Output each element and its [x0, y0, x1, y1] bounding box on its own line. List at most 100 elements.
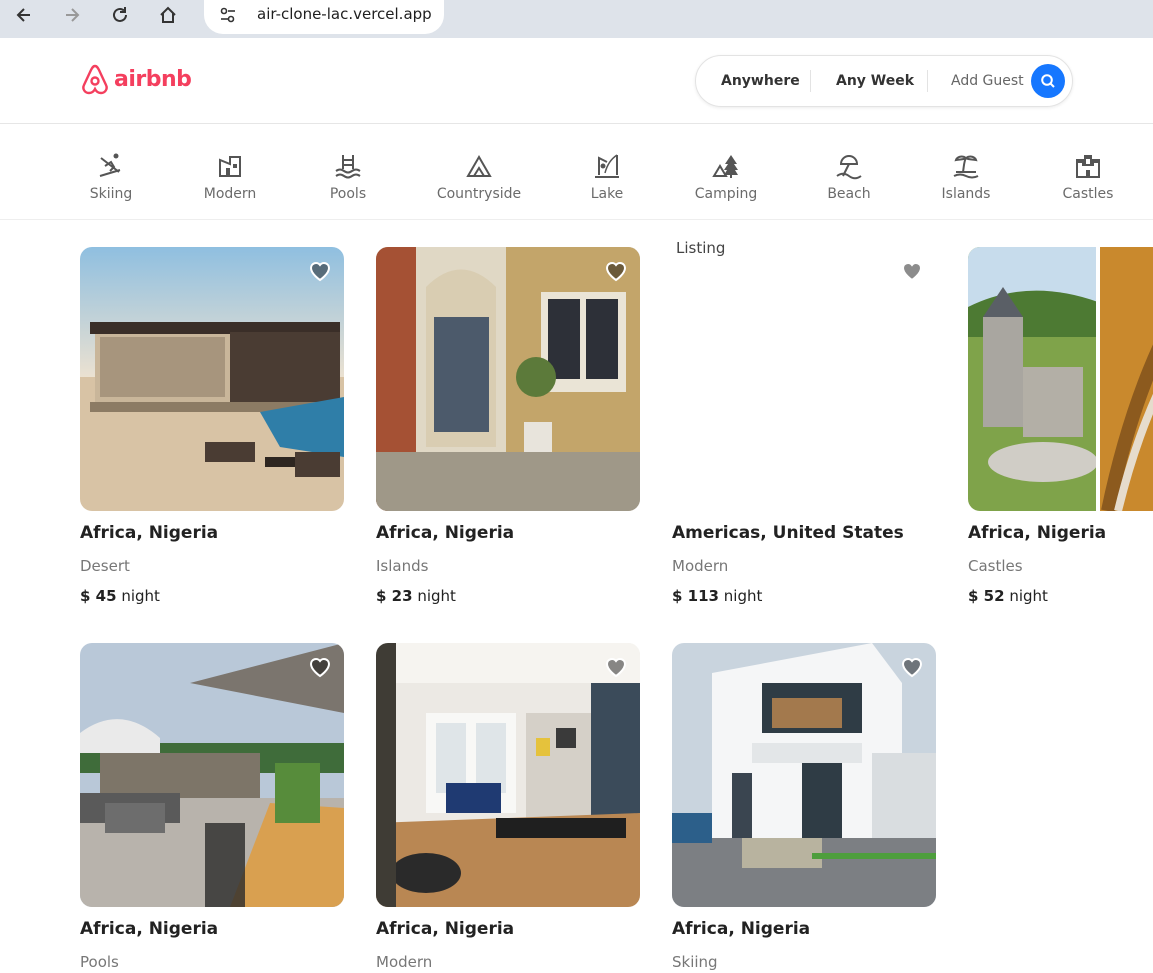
category-lake[interactable]: Lake [547, 152, 667, 202]
category-modern[interactable]: Modern [170, 152, 290, 202]
home-icon [160, 6, 176, 23]
site-info-button[interactable] [214, 3, 242, 27]
listing-card[interactable]: Listing Americas, United States Modern $… [672, 239, 936, 605]
category-label: Castles [1062, 186, 1114, 202]
logo[interactable]: airbnb [80, 63, 192, 95]
forward-arrow-icon [66, 8, 80, 22]
category-label: Skiing [89, 186, 133, 202]
listing-photo [376, 247, 640, 511]
countryside-icon [466, 155, 492, 177]
category-castles[interactable]: Castles [1028, 152, 1148, 202]
listing-card[interactable]: Africa, Nigeria Castles $ 52 night [968, 247, 1153, 605]
listing-category: Islands [376, 557, 429, 575]
category-label: Beach [827, 186, 871, 202]
listing-image[interactable] [80, 643, 344, 907]
listing-category: Pools [80, 953, 119, 971]
price-unit: night [723, 587, 763, 605]
category-pools[interactable]: Pools [288, 152, 408, 202]
listing-price: $ 52 night [968, 587, 1153, 605]
category-islands[interactable]: Islands [906, 152, 1026, 202]
listing-card[interactable]: Africa, Nigeria Skiing [672, 643, 936, 971]
category-bar: Skiing Modern Pools Countryside Lake Cam… [0, 124, 1153, 220]
back-button[interactable] [8, 3, 40, 27]
listing-location: Africa, Nigeria [376, 919, 515, 939]
listing-category: Desert [80, 557, 130, 575]
category-label: Modern [203, 186, 257, 202]
islands-icon [953, 155, 979, 179]
listing-card[interactable]: Africa, Nigeria Pools [80, 643, 344, 971]
search-week[interactable]: Any Week [836, 73, 914, 89]
image-alt-text: Listing [676, 239, 726, 257]
listing-image[interactable]: Listing [672, 239, 936, 511]
listing-card[interactable]: Africa, Nigeria Desert $ 45 night [80, 247, 344, 605]
listing-photo [968, 247, 1153, 511]
listing-category: Modern [376, 953, 433, 971]
heart-icon[interactable] [900, 655, 924, 679]
listing-price: $ 23 night [376, 587, 640, 605]
listing-price: $ 113 night [672, 587, 936, 605]
home-button[interactable] [152, 3, 184, 27]
price-value: $ 45 [80, 587, 117, 605]
listing-image[interactable] [376, 643, 640, 907]
listing-location: Africa, Nigeria [968, 523, 1107, 543]
skiing-icon [99, 153, 121, 177]
listing-location: Africa, Nigeria [80, 523, 219, 543]
pool-icon [335, 155, 361, 179]
category-camping[interactable]: Camping [666, 152, 786, 202]
listing-category: Modern [672, 557, 729, 575]
listing-photo [80, 643, 344, 907]
price-unit: night [417, 587, 456, 605]
listing-category: Skiing [672, 953, 718, 971]
listing-image[interactable] [672, 643, 936, 907]
listing-location: Americas, United States [672, 523, 904, 543]
heart-icon[interactable] [604, 259, 628, 283]
category-countryside[interactable]: Countryside [419, 152, 539, 202]
back-arrow-icon [16, 8, 30, 22]
price-value: $ 23 [376, 587, 413, 605]
price-unit: night [121, 587, 160, 605]
modern-icon [219, 156, 241, 177]
heart-icon[interactable] [604, 655, 628, 679]
reload-button[interactable] [104, 3, 136, 27]
price-value: $ 113 [672, 587, 719, 605]
tune-icon [220, 7, 235, 23]
category-beach[interactable]: Beach [789, 152, 909, 202]
listing-image[interactable] [80, 247, 344, 511]
url-text[interactable]: air-clone-lac.vercel.app [257, 5, 432, 23]
castles-icon [1076, 155, 1100, 178]
search-guest[interactable]: Add Guest [951, 73, 1024, 89]
search-icon [1041, 74, 1055, 88]
divider [927, 70, 928, 92]
forward-button[interactable] [56, 3, 88, 27]
heart-icon[interactable] [308, 259, 332, 283]
category-label: Lake [590, 186, 624, 202]
listing-card[interactable]: Africa, Nigeria Islands $ 23 night [376, 247, 640, 605]
search-anywhere[interactable]: Anywhere [721, 73, 800, 89]
listing-photo [80, 247, 344, 511]
search-bar[interactable]: Anywhere Any Week Add Guest [695, 55, 1073, 107]
listing-location: Africa, Nigeria [376, 523, 515, 543]
listing-category: Castles [968, 557, 1023, 575]
category-label: Islands [941, 186, 991, 202]
price-unit: night [1009, 587, 1048, 605]
category-label: Camping [694, 186, 758, 202]
divider [810, 70, 811, 92]
heart-icon[interactable] [900, 259, 924, 283]
listing-location: Africa, Nigeria [672, 919, 811, 939]
price-value: $ 52 [968, 587, 1005, 605]
category-skiing[interactable]: Skiing [51, 152, 171, 202]
category-label: Countryside [436, 186, 522, 202]
listing-image[interactable] [968, 247, 1153, 511]
airbnb-logo-icon [82, 64, 108, 95]
beach-icon [836, 155, 862, 180]
listing-card[interactable]: Africa, Nigeria Modern [376, 643, 640, 971]
browser-toolbar: air-clone-lac.vercel.app [0, 0, 1153, 38]
listing-image[interactable] [376, 247, 640, 511]
search-button[interactable] [1031, 64, 1065, 98]
listing-location: Africa, Nigeria [80, 919, 219, 939]
heart-icon[interactable] [308, 655, 332, 679]
listing-price: $ 45 night [80, 587, 344, 605]
reload-icon [113, 7, 127, 22]
site-header: airbnb Anywhere Any Week Add Guest [0, 38, 1153, 124]
camping-icon [712, 155, 738, 178]
